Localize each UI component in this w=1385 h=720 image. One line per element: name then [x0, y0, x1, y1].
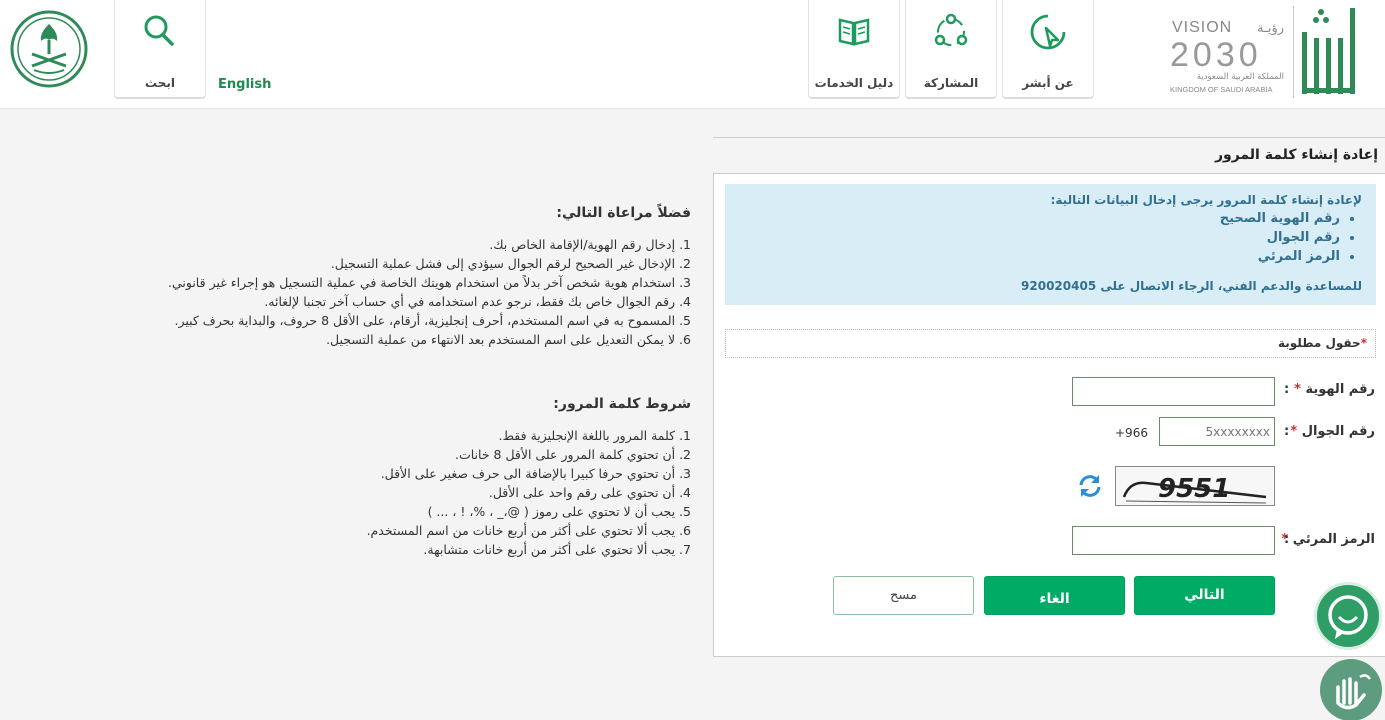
required-fields-label: حقول مطلوبة: [1277, 336, 1361, 350]
captcha-label: الرمز المرئي *: [1281, 532, 1375, 547]
note-item: 6. لا يمكن التعديل على اسم المستخدم بعد …: [326, 332, 691, 347]
search-tile[interactable]: ابحث: [114, 0, 206, 99]
info-item: رقم الجوال: [737, 228, 1340, 247]
sign-language-button[interactable]: [1320, 659, 1382, 720]
note-item: 5. المسموح به في اسم المستخدم، أحرف إنجل…: [174, 313, 691, 328]
captcha-label-text: الرمز المرئي: [1292, 532, 1375, 547]
mobile-colon: :: [1284, 424, 1290, 439]
registration-notes: فضلاً مراعاة التالي: 1. إدخال رقم الهوية…: [71, 205, 691, 349]
note-item: 1. إدخال رقم الهوية/الإقامة الخاص بك.: [489, 237, 691, 252]
mobile-country-code: +966: [1115, 426, 1148, 440]
nav-participation[interactable]: المشاركة: [905, 0, 997, 99]
nav-about-absher-label: عن أبشر: [1022, 76, 1074, 90]
info-list: رقم الهوية الصحيح رقم الجوال الرمز المرئ…: [737, 209, 1362, 266]
notes-list: 1. إدخال رقم الهوية/الإقامة الخاص بك. 2.…: [71, 235, 691, 349]
chat-assistant-icon: [1328, 595, 1368, 639]
info-alert: لإعادة إنشاء كلمة المرور يرجى إدخال البي…: [725, 184, 1376, 305]
vision-arabic-word: رؤيـة: [1257, 21, 1284, 36]
note-item: 3. استخدام هوية شخص آخر بدلاً من استخدام…: [168, 275, 691, 290]
password-rules-heading: شروط كلمة المرور:: [553, 396, 691, 412]
mobile-label: رقم الجوال *: [1290, 424, 1375, 439]
next-button[interactable]: التالي: [1134, 576, 1275, 615]
rule-item: 5. يجب أن لا تحتوي على رموز ( @،_ ، %، !…: [427, 504, 691, 519]
reset-password-form: لإعادة إنشاء كلمة المرور يرجى إدخال البي…: [713, 173, 1385, 657]
sign-language-icon: [1336, 674, 1372, 710]
search-icon: [144, 15, 174, 46]
notes-heading: فضلاً مراعاة التالي:: [556, 205, 691, 221]
book-icon: [838, 18, 870, 46]
vision-english-country: KINGDOM OF SAUDI ARABIA: [1170, 85, 1273, 94]
id-number-colon: :: [1284, 382, 1290, 397]
note-item: 2. الإدخال غير الصحيح لرقم الجوال سيؤدي …: [330, 256, 691, 271]
chat-assistant-button[interactable]: [1314, 582, 1382, 650]
captcha-input[interactable]: [1072, 526, 1275, 555]
rule-item: 6. يجب ألا تحتوي على أكثر من أربع خانات …: [366, 523, 691, 538]
refresh-captcha-icon[interactable]: [1077, 473, 1103, 499]
password-rules: شروط كلمة المرور: 1. كلمة المرور باللغة …: [71, 396, 691, 559]
rule-item: 3. أن تحتوي حرفا كبيرا بالإضافة الى حرف …: [380, 466, 691, 481]
id-number-label: رقم الهوية *: [1294, 382, 1375, 397]
mobile-label-text: رقم الجوال: [1301, 424, 1375, 439]
vision-year: 2030: [1170, 36, 1262, 74]
password-rules-list: 1. كلمة المرور باللغة الإنجليزية فقط. 2.…: [71, 426, 691, 559]
saudi-emblem-icon: [10, 10, 88, 88]
rule-item: 7. يجب ألا تحتوي على أكثر من أربع خانات …: [423, 542, 691, 557]
nav-participation-label: المشاركة: [923, 76, 979, 90]
search-label: ابحث: [145, 76, 175, 90]
absher-logo-text: أبشر: [1329, 11, 1333, 13]
info-intro: لإعادة إنشاء كلمة المرور يرجى إدخال البي…: [1050, 193, 1362, 207]
english-language-link[interactable]: English: [218, 77, 271, 92]
mobile-input[interactable]: [1159, 417, 1275, 446]
site-header: ابحث English دليل الخدمات المشاركة عن أب…: [0, 0, 1385, 109]
rule-item: 1. كلمة المرور باللغة الإنجليزية فقط.: [498, 428, 691, 443]
vision-word: VISION: [1172, 19, 1232, 36]
note-item: 4. رقم الجوال خاص بك فقط، نرجو عدم استخد…: [264, 294, 691, 309]
required-star: *: [1294, 382, 1301, 397]
clear-button[interactable]: مسح: [833, 576, 974, 615]
captcha-colon: :: [1284, 532, 1290, 547]
vision-2030-logo: VISION رؤيـة 2030 المملكة العربية السعود…: [1170, 19, 1284, 94]
nav-services-guide[interactable]: دليل الخدمات: [808, 0, 900, 99]
required-star: *: [1360, 336, 1367, 350]
info-item: رقم الهوية الصحيح: [737, 209, 1340, 228]
vision-arabic-country: المملكة العربية السعودية: [1197, 72, 1284, 82]
rule-item: 2. أن تحتوي كلمة المرور على الأقل 8 خانا…: [454, 447, 691, 462]
required-star: *: [1290, 424, 1298, 439]
absher-logo: أبشر: [1302, 8, 1355, 94]
info-item: الرمز المرئي: [737, 247, 1340, 266]
captcha-text: 9551: [1158, 474, 1230, 504]
support-contact: للمساعدة والدعم الفني، الرجاء الاتصال عل…: [1021, 279, 1362, 293]
participation-icon: [934, 13, 968, 46]
id-number-input[interactable]: [1072, 377, 1275, 406]
required-fields-note: *حقول مطلوبة: [725, 329, 1376, 358]
captcha-drawing: 9551: [1122, 474, 1267, 504]
cancel-button[interactable]: الغاء: [984, 576, 1125, 615]
id-number-label-text: رقم الهوية: [1305, 382, 1375, 397]
captcha-image: 9551: [1115, 466, 1275, 506]
nav-services-guide-label: دليل الخدمات: [814, 76, 894, 90]
nav-about-absher[interactable]: عن أبشر: [1002, 0, 1094, 99]
chat-cursor-icon: [1030, 14, 1066, 50]
rule-item: 4. أن تحتوي على رقم واحد على الأقل.: [488, 485, 691, 500]
form-title: إعادة إنشاء كلمة المرور: [713, 137, 1385, 171]
header-divider: [1293, 6, 1294, 98]
